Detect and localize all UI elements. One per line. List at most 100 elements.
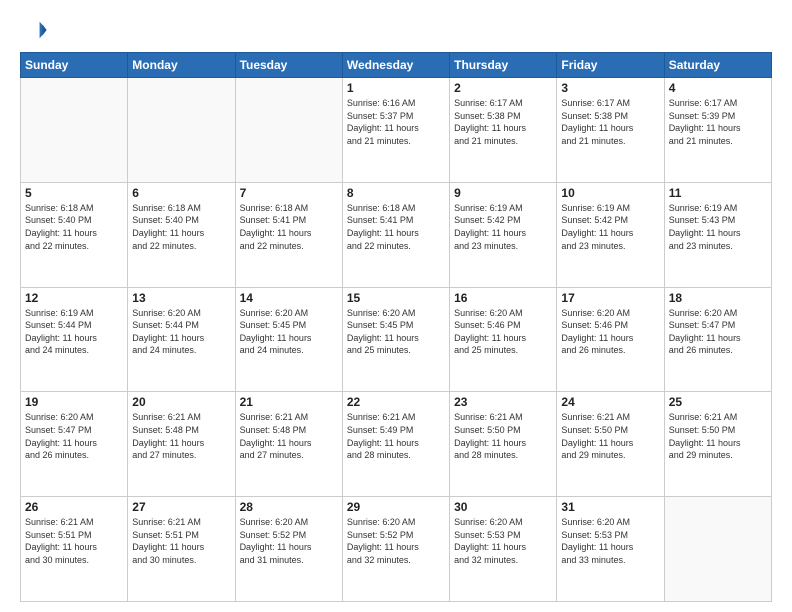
day-number: 28 <box>240 500 338 514</box>
calendar-cell: 9Sunrise: 6:19 AMSunset: 5:42 PMDaylight… <box>450 182 557 287</box>
day-info: Sunrise: 6:20 AMSunset: 5:52 PMDaylight:… <box>347 516 445 566</box>
logo <box>20 16 52 44</box>
day-info: Sunrise: 6:20 AMSunset: 5:45 PMDaylight:… <box>240 307 338 357</box>
weekday-header: Saturday <box>664 53 771 78</box>
logo-icon <box>20 16 48 44</box>
day-info: Sunrise: 6:19 AMSunset: 5:42 PMDaylight:… <box>561 202 659 252</box>
calendar-cell: 1 Sunrise: 6:16 AMSunset: 5:37 PMDaylight… <box>342 78 449 183</box>
day-number: 13 <box>132 291 230 305</box>
calendar-cell: 27 Sunrise: 6:21 AMSunset: 5:51 PMDayligh… <box>128 497 235 602</box>
weekday-header: Sunday <box>21 53 128 78</box>
calendar-cell: 5 Sunrise: 6:18 AMSunset: 5:40 PMDaylight… <box>21 182 128 287</box>
calendar-cell: 25Sunrise: 6:21 AMSunset: 5:50 PMDayligh… <box>664 392 771 497</box>
day-number: 20 <box>132 395 230 409</box>
calendar-cell <box>664 497 771 602</box>
calendar-cell: 10 Sunrise: 6:19 AMSunset: 5:42 PMDayligh… <box>557 182 664 287</box>
weekday-header: Tuesday <box>235 53 342 78</box>
calendar-cell: 6Sunrise: 6:18 AMSunset: 5:40 PMDaylight… <box>128 182 235 287</box>
calendar-cell: 26 Sunrise: 6:21 AMSunset: 5:51 PMDayligh… <box>21 497 128 602</box>
day-info: Sunrise: 6:21 AMSunset: 5:48 PMDaylight:… <box>240 411 338 461</box>
calendar-cell: 15Sunrise: 6:20 AMSunset: 5:45 PMDayligh… <box>342 287 449 392</box>
calendar-cell: 30 Sunrise: 6:20 AMSunset: 5:53 PMDayligh… <box>450 497 557 602</box>
calendar-cell: 11Sunrise: 6:19 AMSunset: 5:43 PMDayligh… <box>664 182 771 287</box>
day-number: 25 <box>669 395 767 409</box>
calendar-cell: 28 Sunrise: 6:20 AMSunset: 5:52 PMDayligh… <box>235 497 342 602</box>
day-number: 3 <box>561 81 659 95</box>
day-number: 8 <box>347 186 445 200</box>
day-info: Sunrise: 6:21 AMSunset: 5:50 PMDaylight:… <box>561 411 659 461</box>
day-info: Sunrise: 6:18 AMSunset: 5:41 PMDaylight:… <box>347 202 445 252</box>
day-info: Sunrise: 6:20 AMSunset: 5:44 PMDaylight:… <box>132 307 230 357</box>
day-info: Sunrise: 6:16 AMSunset: 5:37 PMDaylight:… <box>347 97 445 147</box>
day-number: 29 <box>347 500 445 514</box>
calendar-cell: 17 Sunrise: 6:20 AMSunset: 5:46 PMDayligh… <box>557 287 664 392</box>
calendar-cell: 14 Sunrise: 6:20 AMSunset: 5:45 PMDayligh… <box>235 287 342 392</box>
day-info: Sunrise: 6:20 AMSunset: 5:52 PMDaylight:… <box>240 516 338 566</box>
day-number: 10 <box>561 186 659 200</box>
day-number: 7 <box>240 186 338 200</box>
calendar-week-row: 5 Sunrise: 6:18 AMSunset: 5:40 PMDaylight… <box>21 182 772 287</box>
calendar-week-row: 19 Sunrise: 6:20 AMSunset: 5:47 PMDayligh… <box>21 392 772 497</box>
day-info: Sunrise: 6:19 AMSunset: 5:43 PMDaylight:… <box>669 202 767 252</box>
day-info: Sunrise: 6:21 AMSunset: 5:51 PMDaylight:… <box>25 516 123 566</box>
calendar-cell: 21 Sunrise: 6:21 AMSunset: 5:48 PMDayligh… <box>235 392 342 497</box>
day-info: Sunrise: 6:21 AMSunset: 5:50 PMDaylight:… <box>454 411 552 461</box>
day-info: Sunrise: 6:20 AMSunset: 5:46 PMDaylight:… <box>454 307 552 357</box>
day-info: Sunrise: 6:21 AMSunset: 5:51 PMDaylight:… <box>132 516 230 566</box>
day-number: 1 <box>347 81 445 95</box>
calendar-cell: 19 Sunrise: 6:20 AMSunset: 5:47 PMDayligh… <box>21 392 128 497</box>
calendar-cell <box>235 78 342 183</box>
day-info: Sunrise: 6:20 AMSunset: 5:45 PMDaylight:… <box>347 307 445 357</box>
weekday-header: Monday <box>128 53 235 78</box>
day-number: 12 <box>25 291 123 305</box>
day-info: Sunrise: 6:20 AMSunset: 5:53 PMDaylight:… <box>454 516 552 566</box>
day-number: 4 <box>669 81 767 95</box>
calendar-cell: 4 Sunrise: 6:17 AMSunset: 5:39 PMDaylight… <box>664 78 771 183</box>
day-info: Sunrise: 6:18 AMSunset: 5:41 PMDaylight:… <box>240 202 338 252</box>
calendar-week-row: 1 Sunrise: 6:16 AMSunset: 5:37 PMDaylight… <box>21 78 772 183</box>
calendar-cell: 3 Sunrise: 6:17 AMSunset: 5:38 PMDaylight… <box>557 78 664 183</box>
calendar-cell: 24Sunrise: 6:21 AMSunset: 5:50 PMDayligh… <box>557 392 664 497</box>
day-info: Sunrise: 6:17 AMSunset: 5:38 PMDaylight:… <box>561 97 659 147</box>
day-number: 31 <box>561 500 659 514</box>
calendar-cell <box>128 78 235 183</box>
day-number: 26 <box>25 500 123 514</box>
day-number: 23 <box>454 395 552 409</box>
weekday-header: Friday <box>557 53 664 78</box>
calendar-cell: 8 Sunrise: 6:18 AMSunset: 5:41 PMDaylight… <box>342 182 449 287</box>
day-info: Sunrise: 6:18 AMSunset: 5:40 PMDaylight:… <box>132 202 230 252</box>
day-number: 16 <box>454 291 552 305</box>
day-info: Sunrise: 6:17 AMSunset: 5:39 PMDaylight:… <box>669 97 767 147</box>
day-info: Sunrise: 6:20 AMSunset: 5:53 PMDaylight:… <box>561 516 659 566</box>
day-number: 30 <box>454 500 552 514</box>
day-number: 5 <box>25 186 123 200</box>
weekday-header: Wednesday <box>342 53 449 78</box>
day-info: Sunrise: 6:20 AMSunset: 5:47 PMDaylight:… <box>25 411 123 461</box>
day-number: 19 <box>25 395 123 409</box>
calendar-cell: 16 Sunrise: 6:20 AMSunset: 5:46 PMDayligh… <box>450 287 557 392</box>
calendar-cell: 23 Sunrise: 6:21 AMSunset: 5:50 PMDayligh… <box>450 392 557 497</box>
calendar-cell: 2Sunrise: 6:17 AMSunset: 5:38 PMDaylight… <box>450 78 557 183</box>
day-number: 2 <box>454 81 552 95</box>
day-info: Sunrise: 6:18 AMSunset: 5:40 PMDaylight:… <box>25 202 123 252</box>
calendar-week-row: 26 Sunrise: 6:21 AMSunset: 5:51 PMDayligh… <box>21 497 772 602</box>
calendar-table: SundayMondayTuesdayWednesdayThursdayFrid… <box>20 52 772 602</box>
calendar-cell: 7 Sunrise: 6:18 AMSunset: 5:41 PMDaylight… <box>235 182 342 287</box>
calendar-cell: 12Sunrise: 6:19 AMSunset: 5:44 PMDayligh… <box>21 287 128 392</box>
calendar-cell: 13 Sunrise: 6:20 AMSunset: 5:44 PMDayligh… <box>128 287 235 392</box>
day-info: Sunrise: 6:20 AMSunset: 5:46 PMDaylight:… <box>561 307 659 357</box>
calendar-cell <box>21 78 128 183</box>
header <box>20 16 772 44</box>
day-number: 21 <box>240 395 338 409</box>
calendar-cell: 31 Sunrise: 6:20 AMSunset: 5:53 PMDayligh… <box>557 497 664 602</box>
day-number: 17 <box>561 291 659 305</box>
day-number: 14 <box>240 291 338 305</box>
day-number: 18 <box>669 291 767 305</box>
day-info: Sunrise: 6:21 AMSunset: 5:48 PMDaylight:… <box>132 411 230 461</box>
calendar-cell: 18Sunrise: 6:20 AMSunset: 5:47 PMDayligh… <box>664 287 771 392</box>
page: SundayMondayTuesdayWednesdayThursdayFrid… <box>0 0 792 612</box>
calendar-header-row: SundayMondayTuesdayWednesdayThursdayFrid… <box>21 53 772 78</box>
day-number: 27 <box>132 500 230 514</box>
day-info: Sunrise: 6:19 AMSunset: 5:42 PMDaylight:… <box>454 202 552 252</box>
calendar-week-row: 12Sunrise: 6:19 AMSunset: 5:44 PMDayligh… <box>21 287 772 392</box>
